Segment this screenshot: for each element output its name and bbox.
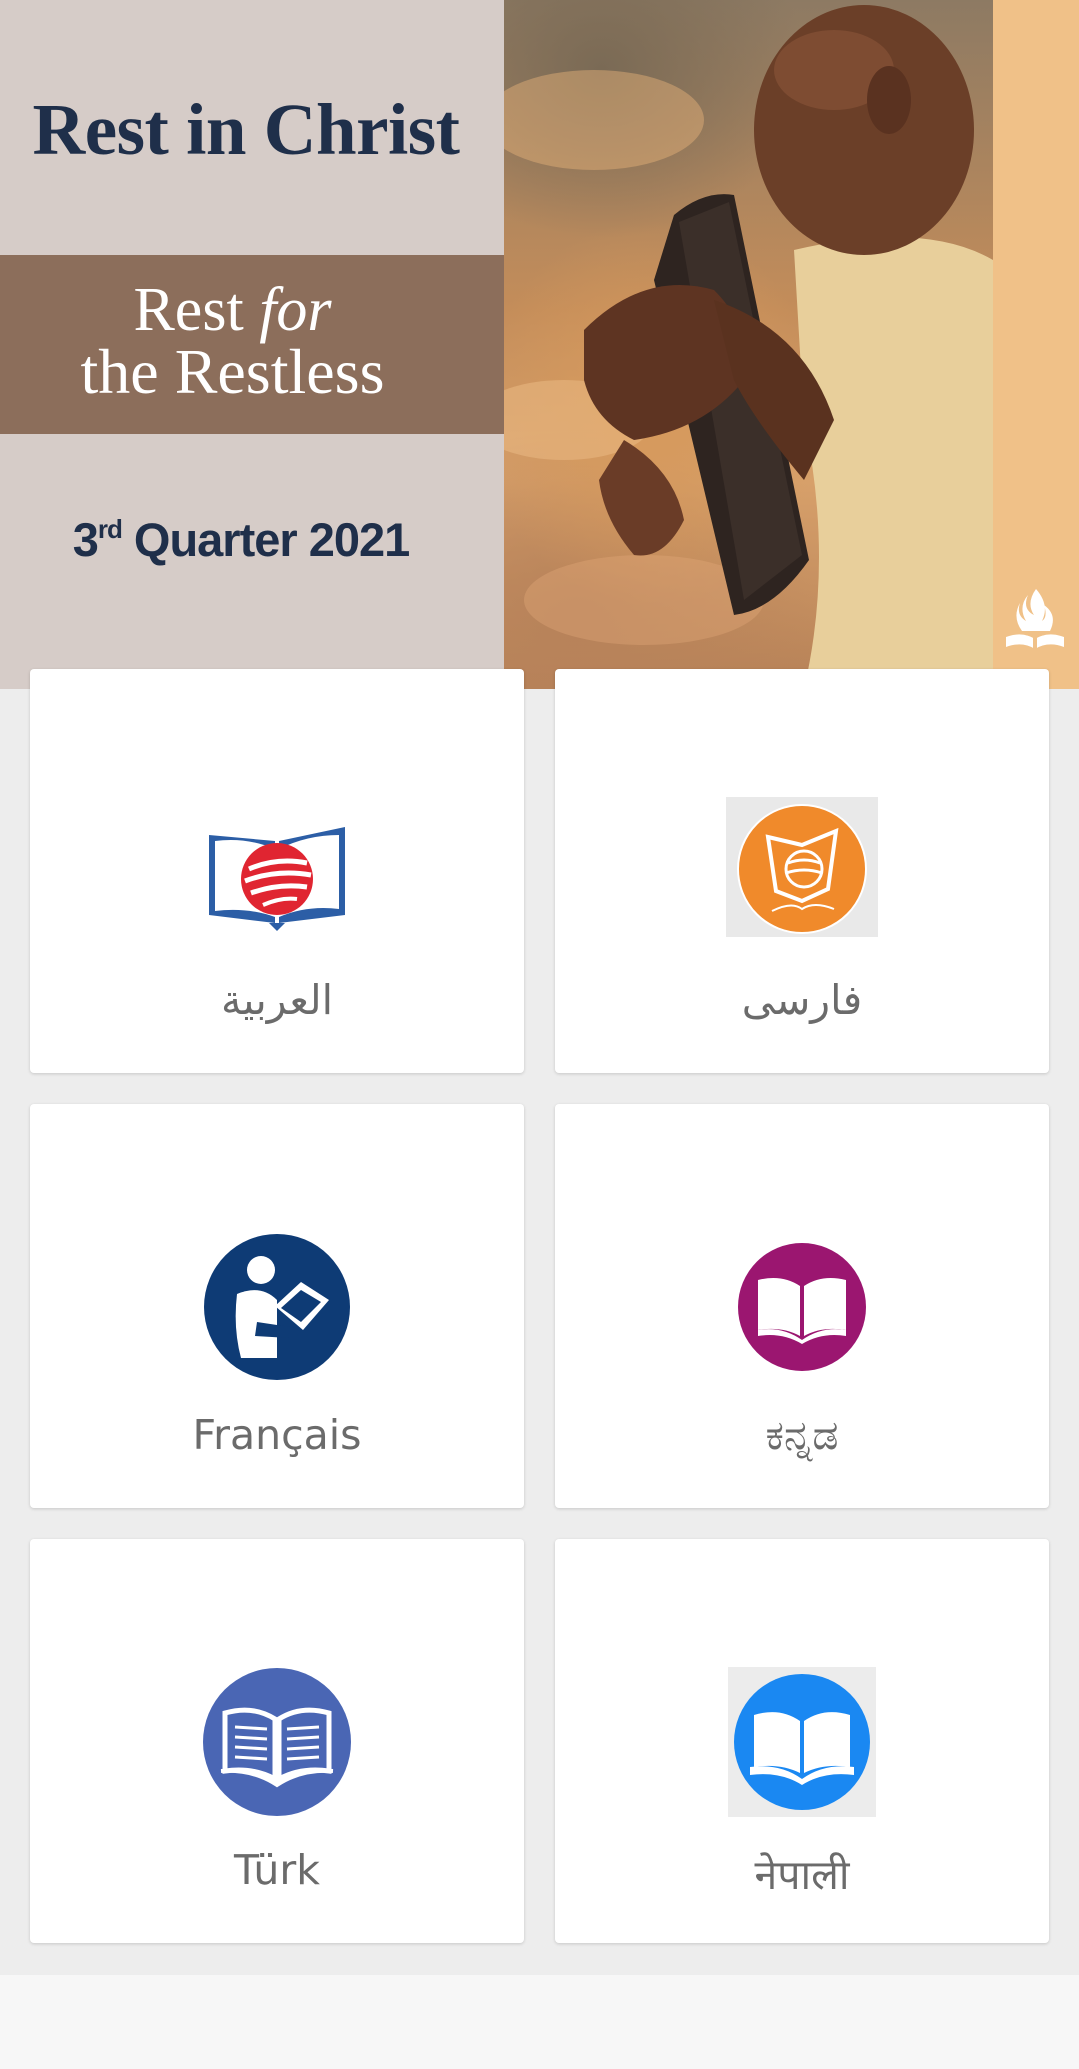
open-book-red-globe-icon — [209, 827, 345, 931]
language-icon-arabic — [197, 797, 357, 947]
bottom-area — [0, 1975, 1079, 2069]
church-logo-icon — [1006, 589, 1064, 651]
language-label-french: Français — [192, 1411, 362, 1459]
language-label-arabic: العربية — [220, 976, 334, 1024]
subtitle-line-2: the Restless — [80, 336, 385, 407]
orange-book-globe-icon — [726, 797, 878, 937]
language-card-turkish[interactable]: Türk — [30, 1539, 524, 1943]
language-label-kannada: ಕನ್ನಡ — [765, 1411, 839, 1459]
language-label-turkish: Türk — [233, 1846, 320, 1894]
quarter-label: 3rd Quarter 2021 — [72, 513, 411, 566]
language-icon-farsi — [722, 797, 882, 947]
lesson-banner[interactable]: Rest in Christ Rest for the Restless 3rd… — [0, 0, 1079, 689]
language-card-farsi[interactable]: فارسی — [555, 669, 1049, 1073]
person-reading-icon — [204, 1234, 350, 1380]
language-icon-nepali — [722, 1667, 882, 1817]
language-icon-kannada — [722, 1232, 882, 1382]
language-card-french[interactable]: Français — [30, 1104, 524, 1508]
open-book-lined-icon — [203, 1668, 351, 1816]
language-icon-french — [197, 1232, 357, 1382]
language-label-farsi: فارسی — [741, 976, 863, 1024]
language-label-nepali: नेपाली — [754, 1851, 850, 1899]
open-book-magenta-icon — [738, 1243, 866, 1371]
praying-man-photo — [474, 0, 993, 689]
language-card-arabic[interactable]: العربية — [30, 669, 524, 1073]
open-book-blue-icon — [728, 1667, 876, 1817]
praying-man-illustration — [474, 5, 993, 689]
language-card-nepali[interactable]: नेपाली — [555, 1539, 1049, 1943]
banner-left-panel: Rest in Christ Rest for the Restless 3rd… — [0, 0, 504, 689]
subtitle-band: Rest for the Restless — [0, 255, 504, 434]
language-icon-turkish — [197, 1667, 357, 1817]
language-card-kannada[interactable]: ಕನ್ನಡ — [555, 1104, 1049, 1508]
book-title: Rest in Christ — [32, 89, 460, 170]
